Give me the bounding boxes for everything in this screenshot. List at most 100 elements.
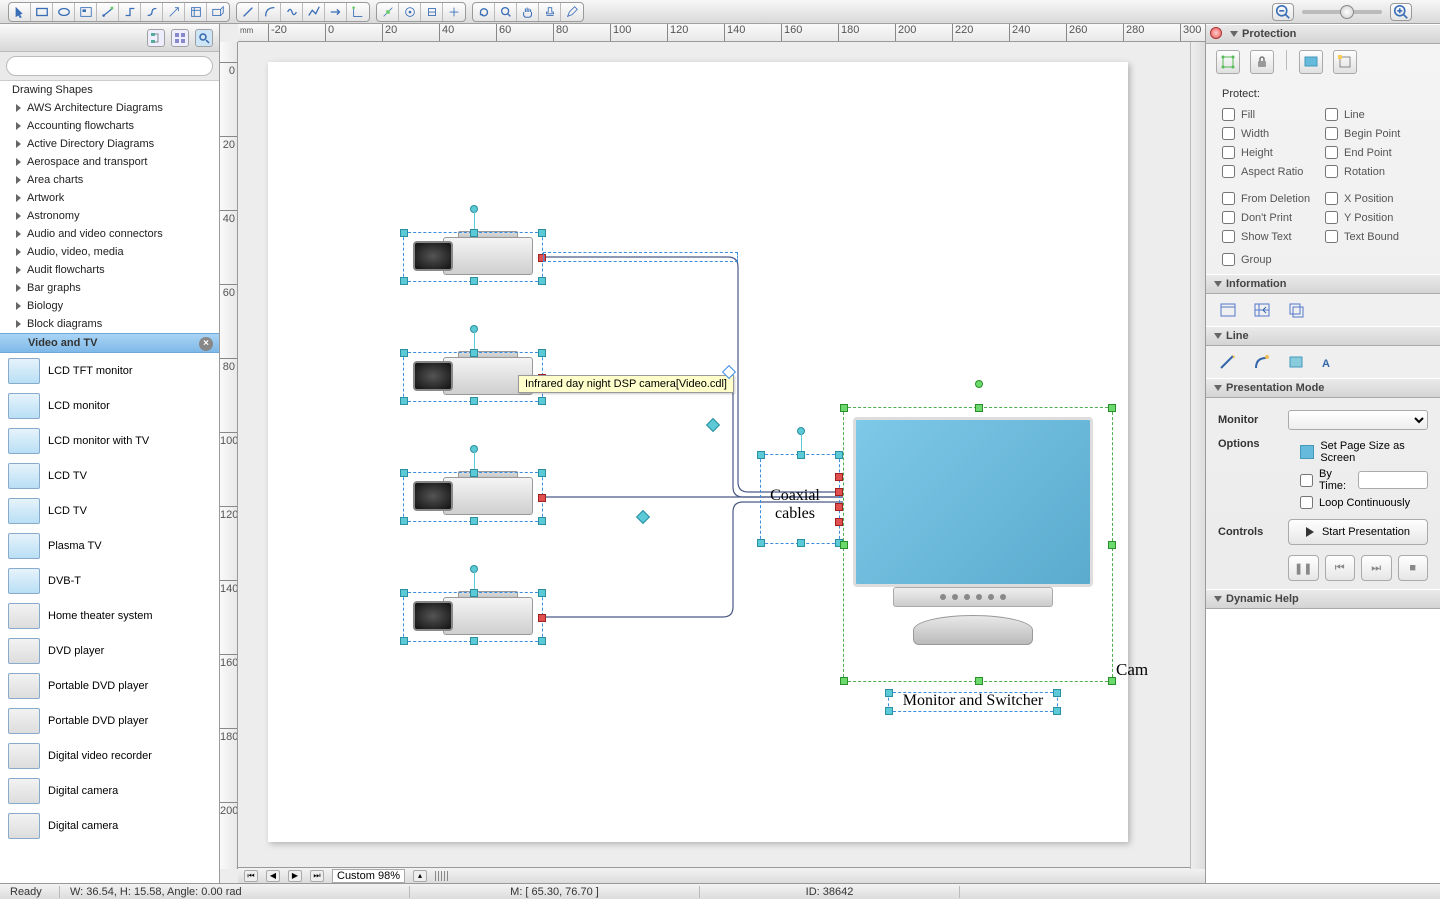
line-title[interactable]: Line [1206,326,1440,346]
stencil-item[interactable]: Portable DVD player [0,668,219,703]
dynamic-help-title[interactable]: Dynamic Help [1206,589,1440,609]
close-category-icon[interactable]: × [199,337,213,351]
selected-category[interactable]: Video and TV × [0,333,219,353]
stencil-item[interactable]: LCD monitor [0,388,219,423]
arrow-tool[interactable] [325,3,347,21]
protect-check-rotation[interactable]: Rotation [1325,165,1424,178]
cam-label[interactable]: Cam [1116,660,1148,680]
magnify-tool[interactable] [495,3,517,21]
category-item[interactable]: AWS Architecture Diagrams [0,99,219,117]
protect-check-xpos[interactable]: X Position [1325,192,1424,205]
protect-check-end[interactable]: End Point [1325,146,1424,159]
category-item[interactable]: Aerospace and transport [0,153,219,171]
stencil-item[interactable]: Plasma TV [0,528,219,563]
zoom-step[interactable]: ▴ [413,870,427,882]
protect-icon-3[interactable] [1299,50,1323,74]
stencil-item[interactable]: DVD player [0,633,219,668]
protect-check-width[interactable]: Width [1222,127,1321,140]
edit-tool-1[interactable] [377,3,399,21]
category-item[interactable]: Area charts [0,171,219,189]
protect-check-ypos[interactable]: Y Position [1325,211,1424,224]
page-next[interactable]: ▶ [288,870,302,882]
info-icon-2[interactable] [1250,298,1274,322]
page-first[interactable]: ⏮ [244,870,258,882]
category-list[interactable]: Drawing Shapes AWS Architecture Diagrams… [0,81,219,333]
connector-tool-4[interactable] [163,3,185,21]
line-icon-1[interactable] [1216,350,1240,374]
page-prev[interactable]: ◀ [266,870,280,882]
protect-check-fill[interactable]: Fill [1222,108,1321,121]
stencil-item[interactable]: LCD monitor with TV [0,423,219,458]
protect-check-text[interactable]: Show Text [1222,230,1321,243]
connector-tool-6[interactable] [207,3,229,21]
category-item[interactable]: Bar graphs [0,279,219,297]
edit-tool-2[interactable] [399,3,421,21]
start-presentation-button[interactable]: Start Presentation [1288,519,1428,545]
monitor-label[interactable]: Monitor and Switcher [888,692,1058,710]
stencil-item[interactable]: LCD TV [0,493,219,528]
stencil-item[interactable]: LCD TFT monitor [0,353,219,388]
category-item[interactable]: Active Directory Diagrams [0,135,219,153]
protect-check-deletion[interactable]: From Deletion [1222,192,1321,205]
stencil-item[interactable]: LCD TV [0,458,219,493]
edit-tool-3[interactable] [421,3,443,21]
stencil-item[interactable]: Portable DVD player [0,703,219,738]
connector-tool-2[interactable] [119,3,141,21]
zoom-track[interactable] [1302,10,1382,14]
zoom-in-button[interactable] [1390,3,1412,21]
protect-check-begin[interactable]: Begin Point [1325,127,1424,140]
presentation-title[interactable]: Presentation Mode [1206,378,1440,398]
pause-button[interactable]: ❚❚ [1288,555,1319,581]
info-icon-3[interactable] [1284,298,1308,322]
information-title[interactable]: Information [1206,274,1440,294]
page-last[interactable]: ⏭ [310,870,324,882]
hand-tool[interactable] [517,3,539,21]
grid-view-icon[interactable] [171,29,189,47]
refresh-tool[interactable] [473,3,495,21]
container-tool[interactable] [75,3,97,21]
category-header[interactable]: Drawing Shapes [0,81,219,99]
grid-toggle[interactable] [435,871,449,881]
category-item[interactable]: Biology [0,297,219,315]
protect-check-bound[interactable]: Text Bound [1325,230,1424,243]
stencil-list[interactable]: LCD TFT monitor LCD monitor LCD monitor … [0,353,219,883]
stamp-tool[interactable] [539,3,561,21]
pointer-tool[interactable] [9,3,31,21]
curve-tool[interactable] [281,3,303,21]
stencil-item[interactable]: Home theater system [0,598,219,633]
rectangle-tool[interactable] [31,3,53,21]
category-item[interactable]: Audio, video, media [0,243,219,261]
smart-connector-tool[interactable] [347,3,369,21]
protect-check-line[interactable]: Line [1325,108,1424,121]
protect-check-aspect[interactable]: Aspect Ratio [1222,165,1321,178]
category-item[interactable]: Astronomy [0,207,219,225]
line-icon-3[interactable] [1284,350,1308,374]
stencil-search-input[interactable] [6,56,213,76]
info-icon-1[interactable] [1216,298,1240,322]
category-item[interactable]: Audit flowcharts [0,261,219,279]
zoom-out-button[interactable] [1272,3,1294,21]
pencil-tool[interactable] [561,3,583,21]
loop-option[interactable]: Loop Continuously [1288,494,1428,511]
protect-icon-4[interactable] [1333,50,1357,74]
set-page-option[interactable]: Set Page Size as Screen [1288,438,1428,466]
page[interactable]: Coaxial cables Mon [268,62,1128,842]
panel-close-icon[interactable] [1210,27,1222,39]
search-view-icon[interactable] [195,29,213,47]
monitor-select[interactable] [1288,410,1428,430]
ellipse-tool[interactable] [53,3,75,21]
line-icon-2[interactable] [1250,350,1274,374]
next-button[interactable]: ⏭ [1361,555,1392,581]
stop-button[interactable]: ■ [1398,555,1429,581]
protect-check-group[interactable]: Group [1222,253,1424,266]
stencil-item[interactable]: DVB-T [0,563,219,598]
vertical-scrollbar[interactable] [1190,42,1205,869]
edit-tool-4[interactable] [443,3,465,21]
canvas-viewport[interactable]: Coaxial cables Mon [238,42,1205,867]
zoom-level[interactable]: Custom 98% [332,869,405,883]
category-item[interactable]: Audio and video connectors [0,225,219,243]
zoom-thumb[interactable] [1340,5,1354,19]
protection-title[interactable]: Protection [1206,24,1440,44]
connector-tool-1[interactable] [97,3,119,21]
lock-icon[interactable] [1250,50,1274,74]
